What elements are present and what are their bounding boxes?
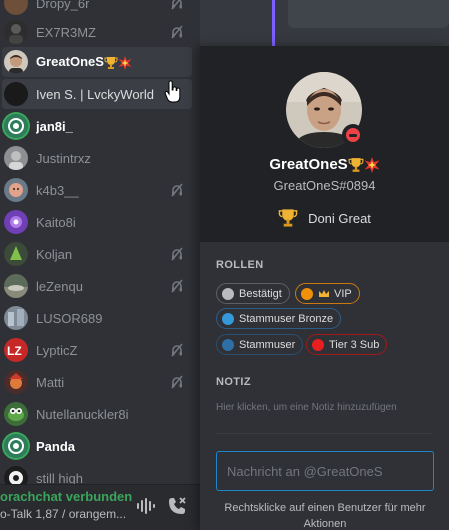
profile-header: GreatOneS GreatOneS#0894 Doni Great <box>200 46 449 242</box>
avatar <box>4 402 28 426</box>
trophy-icon <box>348 158 364 172</box>
trophy-icon <box>104 56 118 69</box>
chat-area <box>200 0 449 46</box>
member-name: GreatOneS <box>36 54 132 70</box>
note-heading: NOTIZ <box>216 376 251 388</box>
divider <box>216 433 433 434</box>
avatar <box>4 210 28 234</box>
role-label: VIP <box>334 287 352 300</box>
member-item-selected[interactable]: GreatOneS <box>2 47 192 77</box>
role-color-dot <box>222 338 234 351</box>
role-color-dot <box>312 338 324 351</box>
role-color-dot <box>222 312 234 325</box>
dnd-status-icon <box>342 124 364 146</box>
avatar <box>4 306 28 330</box>
member-name: k4b3__ <box>36 182 79 198</box>
member-name: EX7R3MZ <box>36 24 96 40</box>
avatar <box>4 434 28 458</box>
collision-icon <box>118 55 132 70</box>
avatar <box>4 50 28 74</box>
collision-icon <box>364 157 380 174</box>
trophy-icon <box>278 209 298 227</box>
direct-message-input[interactable] <box>216 451 434 491</box>
role-label: Bestätigt <box>239 287 282 300</box>
member-name: Dropy_6r <box>36 0 90 11</box>
avatar <box>4 242 28 266</box>
role-label: Stammuser <box>239 338 296 351</box>
member-name: Panda <box>36 438 76 454</box>
member-item[interactable]: Kaito8i <box>2 207 192 237</box>
member-item[interactable]: jan8i_ <box>2 111 192 141</box>
note-field[interactable]: Hier klicken, um eine Notiz hinzuzufügen <box>216 402 397 413</box>
avatar <box>4 274 28 298</box>
role-label: Tier 3 Sub <box>329 338 380 351</box>
member-name: jan8i_ <box>36 118 73 134</box>
deafen-icon <box>171 0 182 10</box>
voice-connection-panel: orachchat verbunden o-Talk 1,87 / orange… <box>0 484 200 530</box>
member-name: Koljan <box>36 246 73 262</box>
role-label: Stammuser Bronze <box>239 312 334 325</box>
avatar <box>4 370 28 394</box>
message-accent-bar <box>272 0 275 46</box>
svg-text:LZ: LZ <box>7 344 22 358</box>
member-item[interactable]: EX7R3MZ <box>2 17 192 47</box>
avatar <box>4 20 28 44</box>
member-item[interactable]: LZ LypticZ <box>2 335 192 365</box>
profile-hint-text: Rechtsklicke auf einen Benutzer für mehr… <box>224 502 426 530</box>
user-profile-popout: GreatOneS GreatOneS#0894 Doni Great ROLL… <box>200 46 449 530</box>
deafen-icon <box>171 183 183 197</box>
roles-heading: ROLLEN <box>216 259 264 271</box>
member-item[interactable]: LUSOR689 <box>2 303 192 333</box>
deafen-icon <box>171 375 183 389</box>
profile-username-tag: GreatOneS#0894 <box>273 178 376 193</box>
member-item[interactable]: Koljan <box>2 239 192 269</box>
member-name: leZenqu <box>36 278 83 294</box>
avatar <box>4 82 28 106</box>
role-color-dot <box>301 287 313 300</box>
member-name: Justintrxz <box>36 150 91 166</box>
chat-embed <box>288 0 449 28</box>
member-name: Nutellanuckler8i <box>36 406 129 422</box>
voice-channel-name[interactable]: o-Talk 1,87 / orangem... <box>0 507 126 521</box>
avatar <box>4 0 28 15</box>
avatar <box>4 146 28 170</box>
member-name: LUSOR689 <box>36 310 103 326</box>
avatar: LZ <box>4 338 28 362</box>
role-tag[interactable]: VIP <box>295 283 360 304</box>
role-tag[interactable]: Tier 3 Sub <box>306 334 388 355</box>
role-tag[interactable]: Bestätigt <box>216 283 290 304</box>
member-name: LypticZ <box>36 342 78 358</box>
member-item[interactable]: leZenqu <box>2 271 192 301</box>
voice-status: orachchat verbunden <box>0 489 133 504</box>
avatar <box>4 114 28 138</box>
voice-wave-icon[interactable] <box>134 495 156 517</box>
custom-status-text: Doni Great <box>308 210 371 226</box>
member-name: Iven S. | LvckyWorld <box>36 86 155 102</box>
deafen-icon <box>171 247 183 261</box>
member-item[interactable]: Nutellanuckler8i <box>2 399 192 429</box>
member-item[interactable]: Panda <box>2 431 192 461</box>
member-item[interactable]: Matti <box>2 367 192 397</box>
deafen-icon <box>171 279 183 293</box>
member-item[interactable]: Dropy_6r <box>2 0 192 18</box>
member-name: Matti <box>36 374 65 390</box>
voice-member-list: Dropy_6r EX7R3MZ GreatOneS Iven S. | Lvc… <box>0 0 200 530</box>
hand-cursor-icon <box>164 80 181 103</box>
deafen-icon <box>171 25 183 39</box>
profile-custom-status: Doni Great <box>200 208 449 228</box>
role-color-dot <box>222 287 234 300</box>
role-tag[interactable]: Stammuser <box>216 334 304 355</box>
deafen-icon <box>171 343 183 357</box>
role-tag[interactable]: Stammuser Bronze <box>216 308 342 329</box>
crown-icon <box>319 289 329 297</box>
avatar <box>4 178 28 202</box>
member-item[interactable]: k4b3__ <box>2 175 192 205</box>
member-item[interactable]: Justintrxz <box>2 143 192 173</box>
disconnect-call-icon[interactable] <box>166 495 188 517</box>
profile-display-name: GreatOneS <box>200 156 449 174</box>
member-name: Kaito8i <box>36 214 76 230</box>
